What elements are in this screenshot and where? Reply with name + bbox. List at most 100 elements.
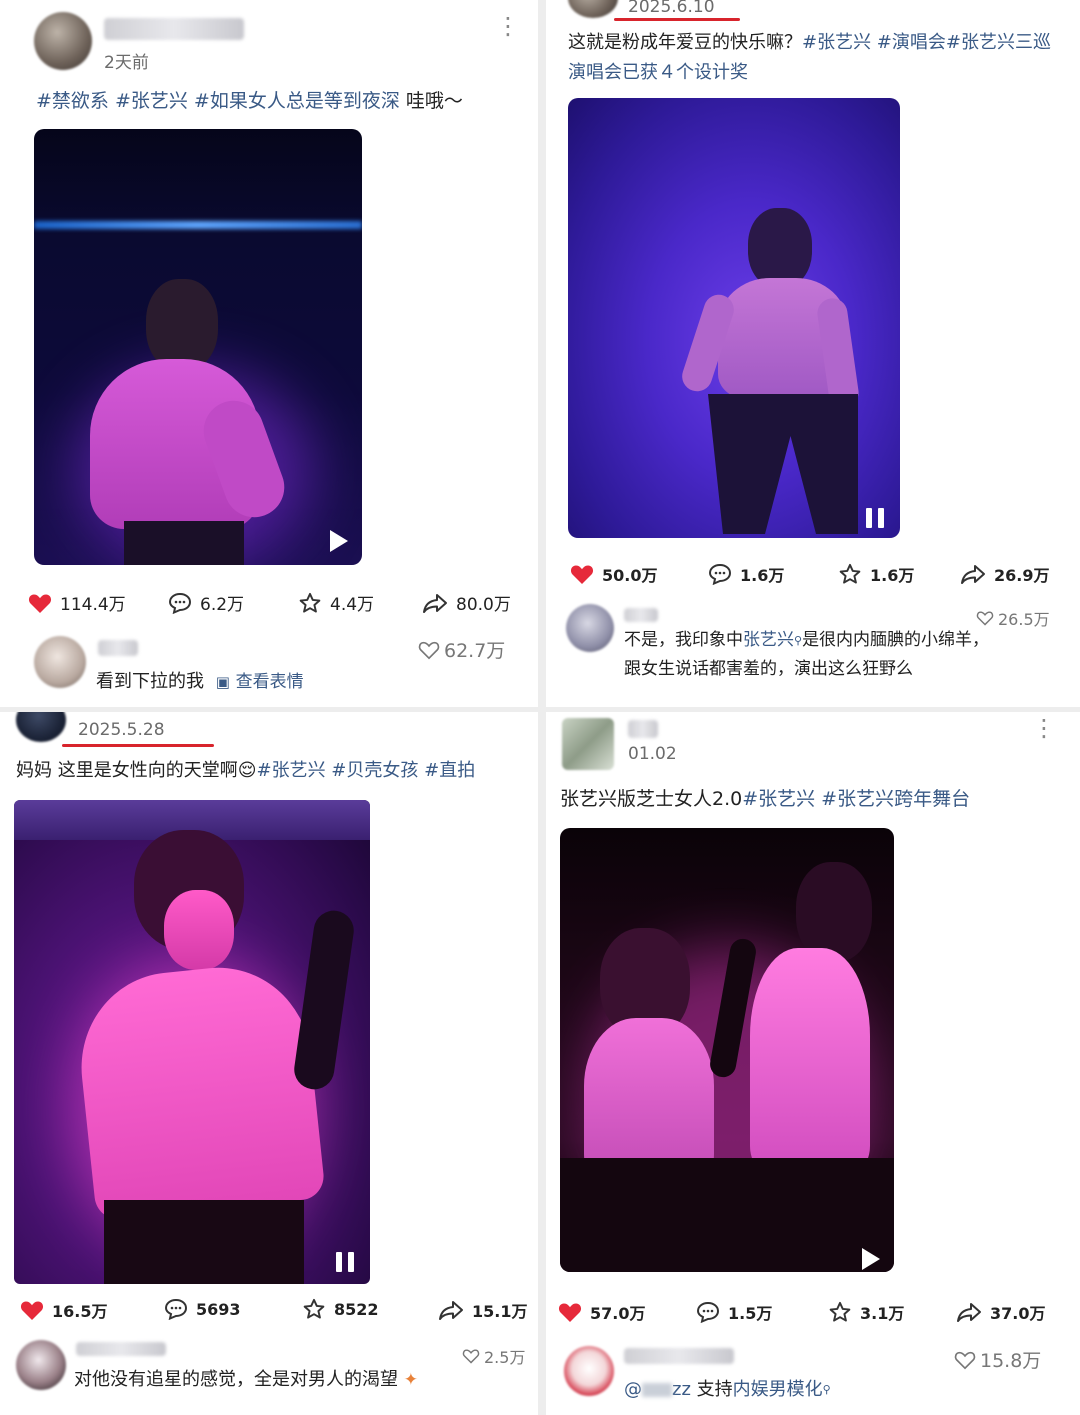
commenter-name-blurred[interactable] — [624, 1348, 734, 1364]
video-thumbnail[interactable] — [568, 98, 900, 538]
favorite-count: 8522 — [334, 1299, 379, 1319]
favorite-stat[interactable]: 3.1万 — [828, 1300, 904, 1324]
comment-like[interactable]: 15.8万 — [954, 1346, 1041, 1373]
comment-at-mention[interactable]: @ zz — [624, 1379, 691, 1400]
like-stat[interactable]: 114.4万 — [28, 590, 126, 615]
share-count: 15.1万 — [472, 1302, 528, 1321]
share-icon — [439, 1301, 463, 1320]
post-card-3: 2025.5.28 妈妈 这里是女性向的天堂啊😌#张艺兴 #贝壳女孩 #直拍 1… — [0, 712, 538, 1415]
pause-icon[interactable] — [866, 508, 884, 528]
emoji-image-icon: ▣ — [215, 673, 230, 691]
share-stat[interactable]: 26.9万 — [960, 562, 1049, 586]
caption-text: 哇哦～ — [399, 90, 463, 112]
comment-stat[interactable]: 1.5万 — [696, 1300, 772, 1324]
heart-outline-icon — [954, 1351, 976, 1369]
more-menu-icon[interactable]: ⋮ — [496, 14, 520, 38]
heart-icon — [20, 1301, 44, 1320]
sticker-icon: ✦ — [403, 1370, 418, 1390]
like-count: 16.5万 — [52, 1302, 108, 1321]
commenter-avatar[interactable] — [16, 1340, 66, 1390]
post-time: 01.02 — [628, 744, 677, 764]
post-card-4: 01.02 ⋮ 张艺兴版芝士女人2.0#张艺兴 #张艺兴跨年舞台 57.0万 1… — [546, 712, 1080, 1415]
comment-like[interactable]: 2.5万 — [462, 1344, 525, 1368]
username-blurred[interactable] — [104, 18, 244, 40]
heart-outline-icon — [418, 641, 440, 659]
search-icon: ⚲ — [822, 1383, 831, 1396]
commenter-avatar[interactable] — [566, 604, 614, 652]
comment-text-row: 看到下拉的我 ▣ 查看表情 — [96, 668, 304, 696]
comment-mention[interactable]: 内娱男模化 — [733, 1379, 823, 1400]
comment-stat[interactable]: 6.2万 — [168, 590, 244, 615]
post-caption: 张艺兴版芝士女人2.0#张艺兴 #张艺兴跨年舞台 — [560, 784, 1070, 814]
play-icon[interactable] — [330, 530, 348, 552]
share-stat[interactable]: 37.0万 — [956, 1300, 1045, 1324]
avatar[interactable] — [34, 12, 92, 70]
like-stat[interactable]: 16.5万 — [20, 1298, 107, 1322]
favorite-count: 1.6万 — [870, 566, 915, 585]
avatar[interactable] — [562, 718, 614, 770]
comment-stat[interactable]: 1.6万 — [708, 562, 784, 586]
caption-hashtags[interactable]: #张艺兴 #张艺兴跨年舞台 — [742, 788, 970, 810]
share-stat[interactable]: 80.0万 — [422, 590, 511, 615]
comment-text-row: @ zz 支持内娱男模化⚲ — [624, 1376, 831, 1404]
comment-icon — [696, 1301, 720, 1323]
heart-outline-icon — [976, 611, 994, 626]
caption-text: 妈妈 这里是女性向的天堂啊 — [16, 760, 238, 781]
video-thumbnail[interactable] — [34, 129, 362, 565]
share-icon — [961, 565, 985, 584]
star-icon — [299, 592, 321, 613]
comment-count: 6.2万 — [200, 595, 245, 615]
share-icon — [957, 1303, 981, 1322]
star-icon — [303, 1298, 325, 1319]
commenter-name-blurred[interactable] — [76, 1342, 166, 1356]
commenter-avatar[interactable] — [34, 636, 86, 688]
caption-hashtags[interactable]: #禁欲系 #张艺兴 #如果女人总是等到夜深 — [36, 90, 400, 112]
play-icon[interactable] — [862, 1248, 880, 1270]
comment-icon — [168, 592, 192, 614]
post-caption: 妈妈 这里是女性向的天堂啊😌#张艺兴 #贝壳女孩 #直拍 — [16, 756, 536, 786]
comment-like-count: 15.8万 — [980, 1350, 1042, 1372]
favorite-stat[interactable]: 4.4万 — [298, 590, 374, 615]
time-underline — [62, 744, 214, 747]
post-time: 2025.5.28 — [78, 720, 165, 740]
heart-icon — [558, 1303, 582, 1322]
time-underline — [614, 18, 740, 21]
video-thumbnail[interactable] — [560, 828, 894, 1272]
caption-text: 这就是粉成年爱豆的快乐嘛？ — [568, 32, 802, 53]
share-icon — [423, 593, 447, 613]
caption-hashtags[interactable]: #张艺兴 #贝壳女孩 #直拍 — [257, 760, 476, 781]
username-blurred[interactable] — [628, 720, 658, 738]
comment-icon — [708, 563, 732, 585]
comment-stat[interactable]: 5693 — [164, 1298, 241, 1320]
comment-mention[interactable]: 张艺兴 — [743, 630, 794, 650]
comment-like[interactable]: 26.5万 — [976, 606, 1050, 630]
video-thumbnail[interactable] — [14, 800, 370, 1284]
caption-text: 张艺兴版芝士女人2.0 — [560, 788, 743, 810]
commenter-avatar[interactable] — [564, 1346, 614, 1396]
avatar[interactable] — [16, 712, 66, 742]
star-icon — [839, 563, 861, 584]
pause-icon[interactable] — [336, 1252, 354, 1272]
comment-like-count: 62.7万 — [444, 640, 506, 662]
avatar[interactable] — [568, 0, 618, 18]
post-caption: 这就是粉成年爱豆的快乐嘛？#张艺兴 #演唱会#张艺兴三巡演唱会已获４个设计奖 — [568, 28, 1068, 88]
view-emoji-link[interactable]: 查看表情 — [236, 672, 304, 692]
post-card-2: 2025.6.10 这就是粉成年爱豆的快乐嘛？#张艺兴 #演唱会#张艺兴三巡演唱… — [546, 0, 1080, 707]
comment-like[interactable]: 62.7万 — [418, 636, 505, 663]
share-count: 80.0万 — [456, 595, 511, 615]
comment-text: 看到下拉的我 — [96, 671, 204, 692]
like-stat[interactable]: 50.0万 — [570, 562, 657, 586]
share-stat[interactable]: 15.1万 — [438, 1298, 527, 1322]
like-stat[interactable]: 57.0万 — [558, 1300, 645, 1324]
more-menu-icon[interactable]: ⋮ — [1032, 716, 1056, 740]
share-count: 37.0万 — [990, 1304, 1046, 1323]
post-card-1: 2天前 ⋮ #禁欲系 #张艺兴 #如果女人总是等到夜深 哇哦～ 114.4万 6… — [0, 0, 538, 707]
favorite-stat[interactable]: 1.6万 — [838, 562, 914, 586]
star-icon — [829, 1301, 851, 1322]
comment-count: 5693 — [196, 1299, 241, 1319]
commenter-name-blurred[interactable] — [624, 608, 658, 622]
search-icon: ⚲ — [794, 634, 803, 647]
comment-icon — [164, 1298, 188, 1320]
favorite-stat[interactable]: 8522 — [302, 1298, 379, 1320]
commenter-name-blurred[interactable] — [98, 640, 138, 656]
